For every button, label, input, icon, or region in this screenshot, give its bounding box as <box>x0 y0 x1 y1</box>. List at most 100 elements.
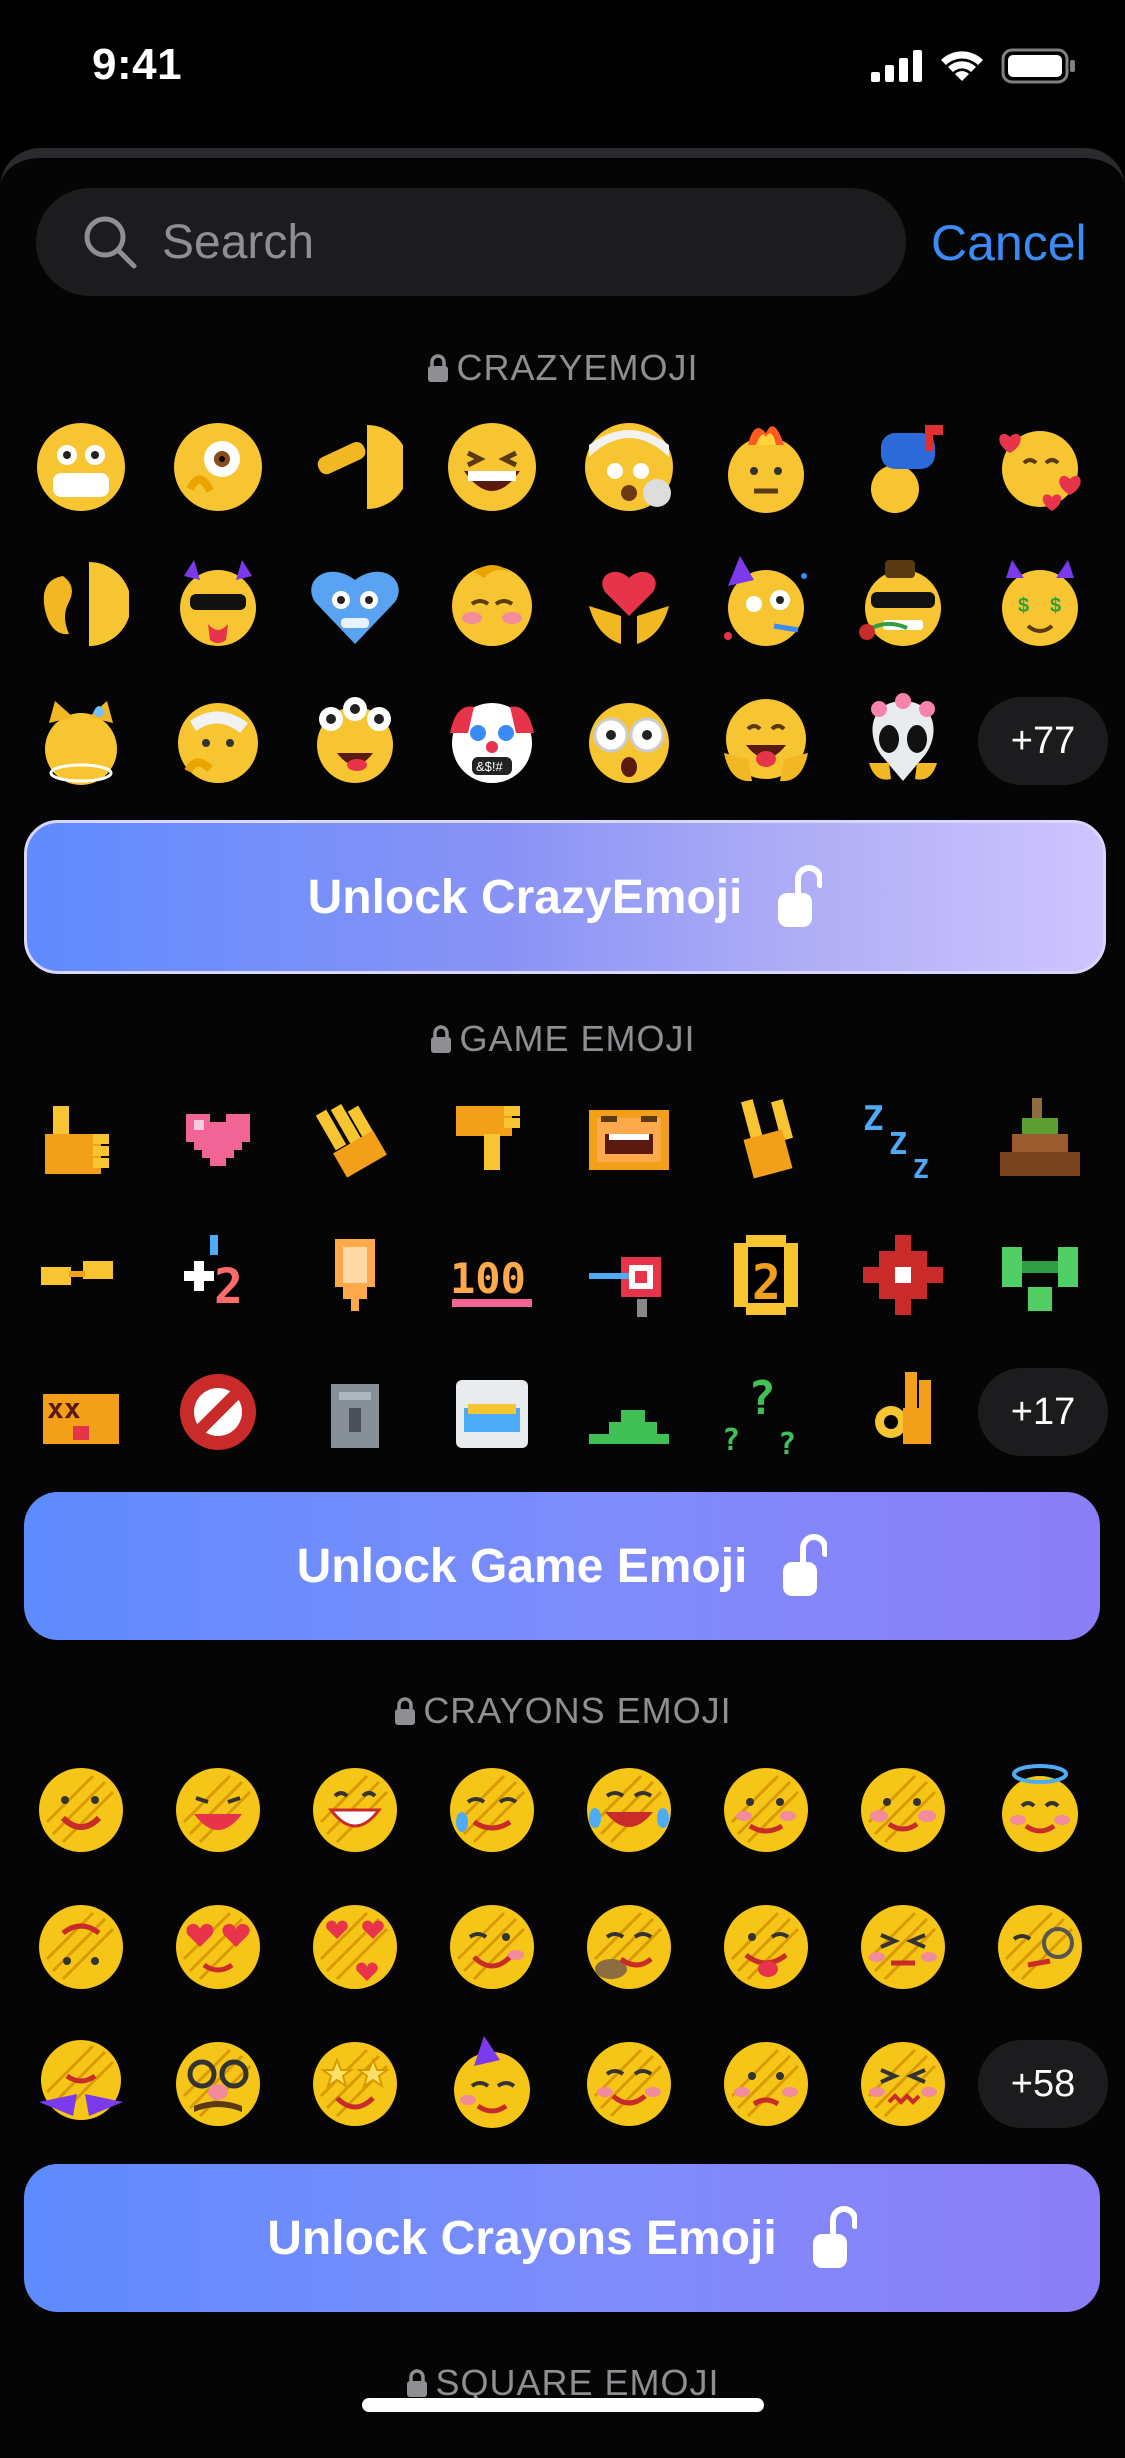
emoji-smiling-hearts[interactable] <box>985 412 1095 522</box>
wifi-icon <box>941 51 983 81</box>
unlock-crayons-emoji-button[interactable]: Unlock Crayons Emoji <box>24 2164 1100 2312</box>
svg-text:&$!#: &$!# <box>476 759 504 774</box>
crayon-kiss-heart[interactable] <box>300 1892 410 2002</box>
unlock-label: Unlock CrazyEmoji <box>307 870 743 924</box>
section-header-game-emoji: GAME EMOJI <box>0 1018 1125 1060</box>
search-input[interactable] <box>160 213 864 271</box>
section-title: CRAYONS EMOJI <box>423 1690 732 1731</box>
more-count-badge[interactable]: +58 <box>978 2040 1108 2128</box>
pixel-question-marks[interactable]: ??? <box>711 1357 821 1467</box>
emoji-grid-game-emoji: ZZZ 2 100 2 xx ??? +17 <box>26 1083 1108 1463</box>
emoji-bandaged-thinking[interactable] <box>163 686 273 796</box>
crayon-wink[interactable] <box>437 1892 547 2002</box>
section-title: CRAZYEMOJI <box>456 347 699 388</box>
crayon-laughing[interactable] <box>163 1755 273 1865</box>
pixel-hundred[interactable]: 100 <box>437 1220 547 1330</box>
crayon-smiling[interactable] <box>26 1755 136 1865</box>
section-title: SQUARE EMOJI <box>435 2362 720 2403</box>
pixel-rock-hand[interactable] <box>711 1083 821 1193</box>
crayon-happy[interactable] <box>574 2029 684 2139</box>
unlock-crazyemoji-button[interactable]: Unlock CrazyEmoji <box>24 820 1106 974</box>
emoji-glasses-shocked[interactable] <box>574 686 684 796</box>
pixel-heart[interactable] <box>163 1083 273 1193</box>
emoji-frozen-heart[interactable] <box>300 549 410 659</box>
emoji-hugging-tongue[interactable] <box>711 686 821 796</box>
pixel-slime[interactable] <box>574 1357 684 1467</box>
crayon-star-eyes[interactable] <box>300 2029 410 2139</box>
crayon-yum[interactable] <box>574 1892 684 2002</box>
svg-text:$: $ <box>1050 595 1061 617</box>
crayon-disguise[interactable] <box>163 2029 273 2139</box>
search-box[interactable] <box>36 188 906 296</box>
more-count-badge[interactable]: +77 <box>978 697 1108 785</box>
crayon-grin[interactable] <box>300 1755 410 1865</box>
pixel-target[interactable] <box>574 1220 684 1330</box>
pixel-ok-hand[interactable] <box>848 1357 958 1467</box>
emoji-party-dizzy[interactable] <box>711 549 821 659</box>
emoji-grinning-squint[interactable] <box>437 412 547 522</box>
crayon-sunglasses[interactable] <box>26 2029 136 2139</box>
pixel-burst[interactable] <box>848 1220 958 1330</box>
lock-icon <box>431 1025 452 1053</box>
emoji-devil-sunglasses[interactable] <box>163 549 273 659</box>
emoji-relieved-hair[interactable] <box>437 549 547 659</box>
emoji-eye-hand[interactable] <box>163 412 273 522</box>
pixel-shield[interactable] <box>300 1220 410 1330</box>
svg-text:Z: Z <box>913 1155 929 1185</box>
emoji-sweating-cat[interactable] <box>26 686 136 796</box>
emoji-hands-heart[interactable] <box>574 549 684 659</box>
unlock-game-emoji-button[interactable]: Unlock Game Emoji <box>24 1492 1100 1640</box>
pixel-plus-two[interactable]: 2 <box>163 1220 273 1330</box>
home-indicator[interactable] <box>362 2398 764 2412</box>
crayon-confounded[interactable] <box>848 2029 958 2139</box>
crayon-squint[interactable] <box>848 1892 958 2002</box>
crayon-upside-down[interactable] <box>26 1892 136 2002</box>
crayon-tongue[interactable] <box>711 1892 821 2002</box>
emoji-money-devil[interactable]: $ $ <box>985 549 1095 659</box>
emoji-ear-face[interactable] <box>26 549 136 659</box>
pixel-no-sign[interactable] <box>163 1357 273 1467</box>
emoji-mailbox-head[interactable] <box>848 412 958 522</box>
pixel-glasses[interactable] <box>26 1220 136 1330</box>
emoji-alien-flowers[interactable] <box>848 686 958 796</box>
pixel-dirt-pile[interactable] <box>985 1083 1095 1193</box>
crayon-halo[interactable] <box>985 1755 1095 1865</box>
emoji-many-eyes[interactable] <box>300 686 410 796</box>
emoji-clown-curse[interactable]: &$!# <box>437 686 547 796</box>
emoji-mask-face[interactable] <box>26 412 136 522</box>
crayon-tear-smile[interactable] <box>437 1755 547 1865</box>
pixel-jar[interactable] <box>437 1357 547 1467</box>
svg-text:?: ? <box>748 1371 776 1425</box>
svg-text:2: 2 <box>214 1259 243 1315</box>
crayon-monocle[interactable] <box>985 1892 1095 2002</box>
emoji-rose-sunglasses[interactable] <box>848 549 958 659</box>
pixel-zzz[interactable]: ZZZ <box>848 1083 958 1193</box>
more-count-badge[interactable]: +17 <box>978 1368 1108 1456</box>
emoji-bandage-head[interactable] <box>574 412 684 522</box>
status-bar: 9:41 <box>0 0 1125 140</box>
cancel-button[interactable]: Cancel <box>931 214 1087 272</box>
pixel-thumbs-down[interactable] <box>437 1083 547 1193</box>
pixel-laughing-face[interactable] <box>574 1083 684 1193</box>
pixel-dumbbell[interactable] <box>985 1220 1095 1330</box>
crayon-heart-eyes[interactable] <box>163 1892 273 2002</box>
svg-text:?: ? <box>778 1427 796 1460</box>
pixel-dizzy-face[interactable]: xx <box>26 1357 136 1467</box>
svg-text:2: 2 <box>752 1255 781 1311</box>
pixel-thumbs-up[interactable] <box>26 1083 136 1193</box>
svg-text:100: 100 <box>450 1254 526 1303</box>
search-icon <box>84 216 137 269</box>
search-row: Cancel <box>36 188 1096 296</box>
unlock-icon <box>783 1534 828 1596</box>
crayon-joy-tears[interactable] <box>574 1755 684 1865</box>
lock-icon <box>395 1697 416 1725</box>
emoji-fire-head[interactable] <box>711 412 821 522</box>
pixel-tombstone[interactable] <box>300 1357 410 1467</box>
pixel-waving-hand[interactable] <box>300 1083 410 1193</box>
crayon-party-hat[interactable] <box>437 2029 547 2139</box>
crayon-blush[interactable] <box>848 1755 958 1865</box>
pixel-coin-two[interactable]: 2 <box>711 1220 821 1330</box>
emoji-salute[interactable] <box>300 412 410 522</box>
crayon-cry-smile[interactable] <box>711 1755 821 1865</box>
crayon-sad[interactable] <box>711 2029 821 2139</box>
